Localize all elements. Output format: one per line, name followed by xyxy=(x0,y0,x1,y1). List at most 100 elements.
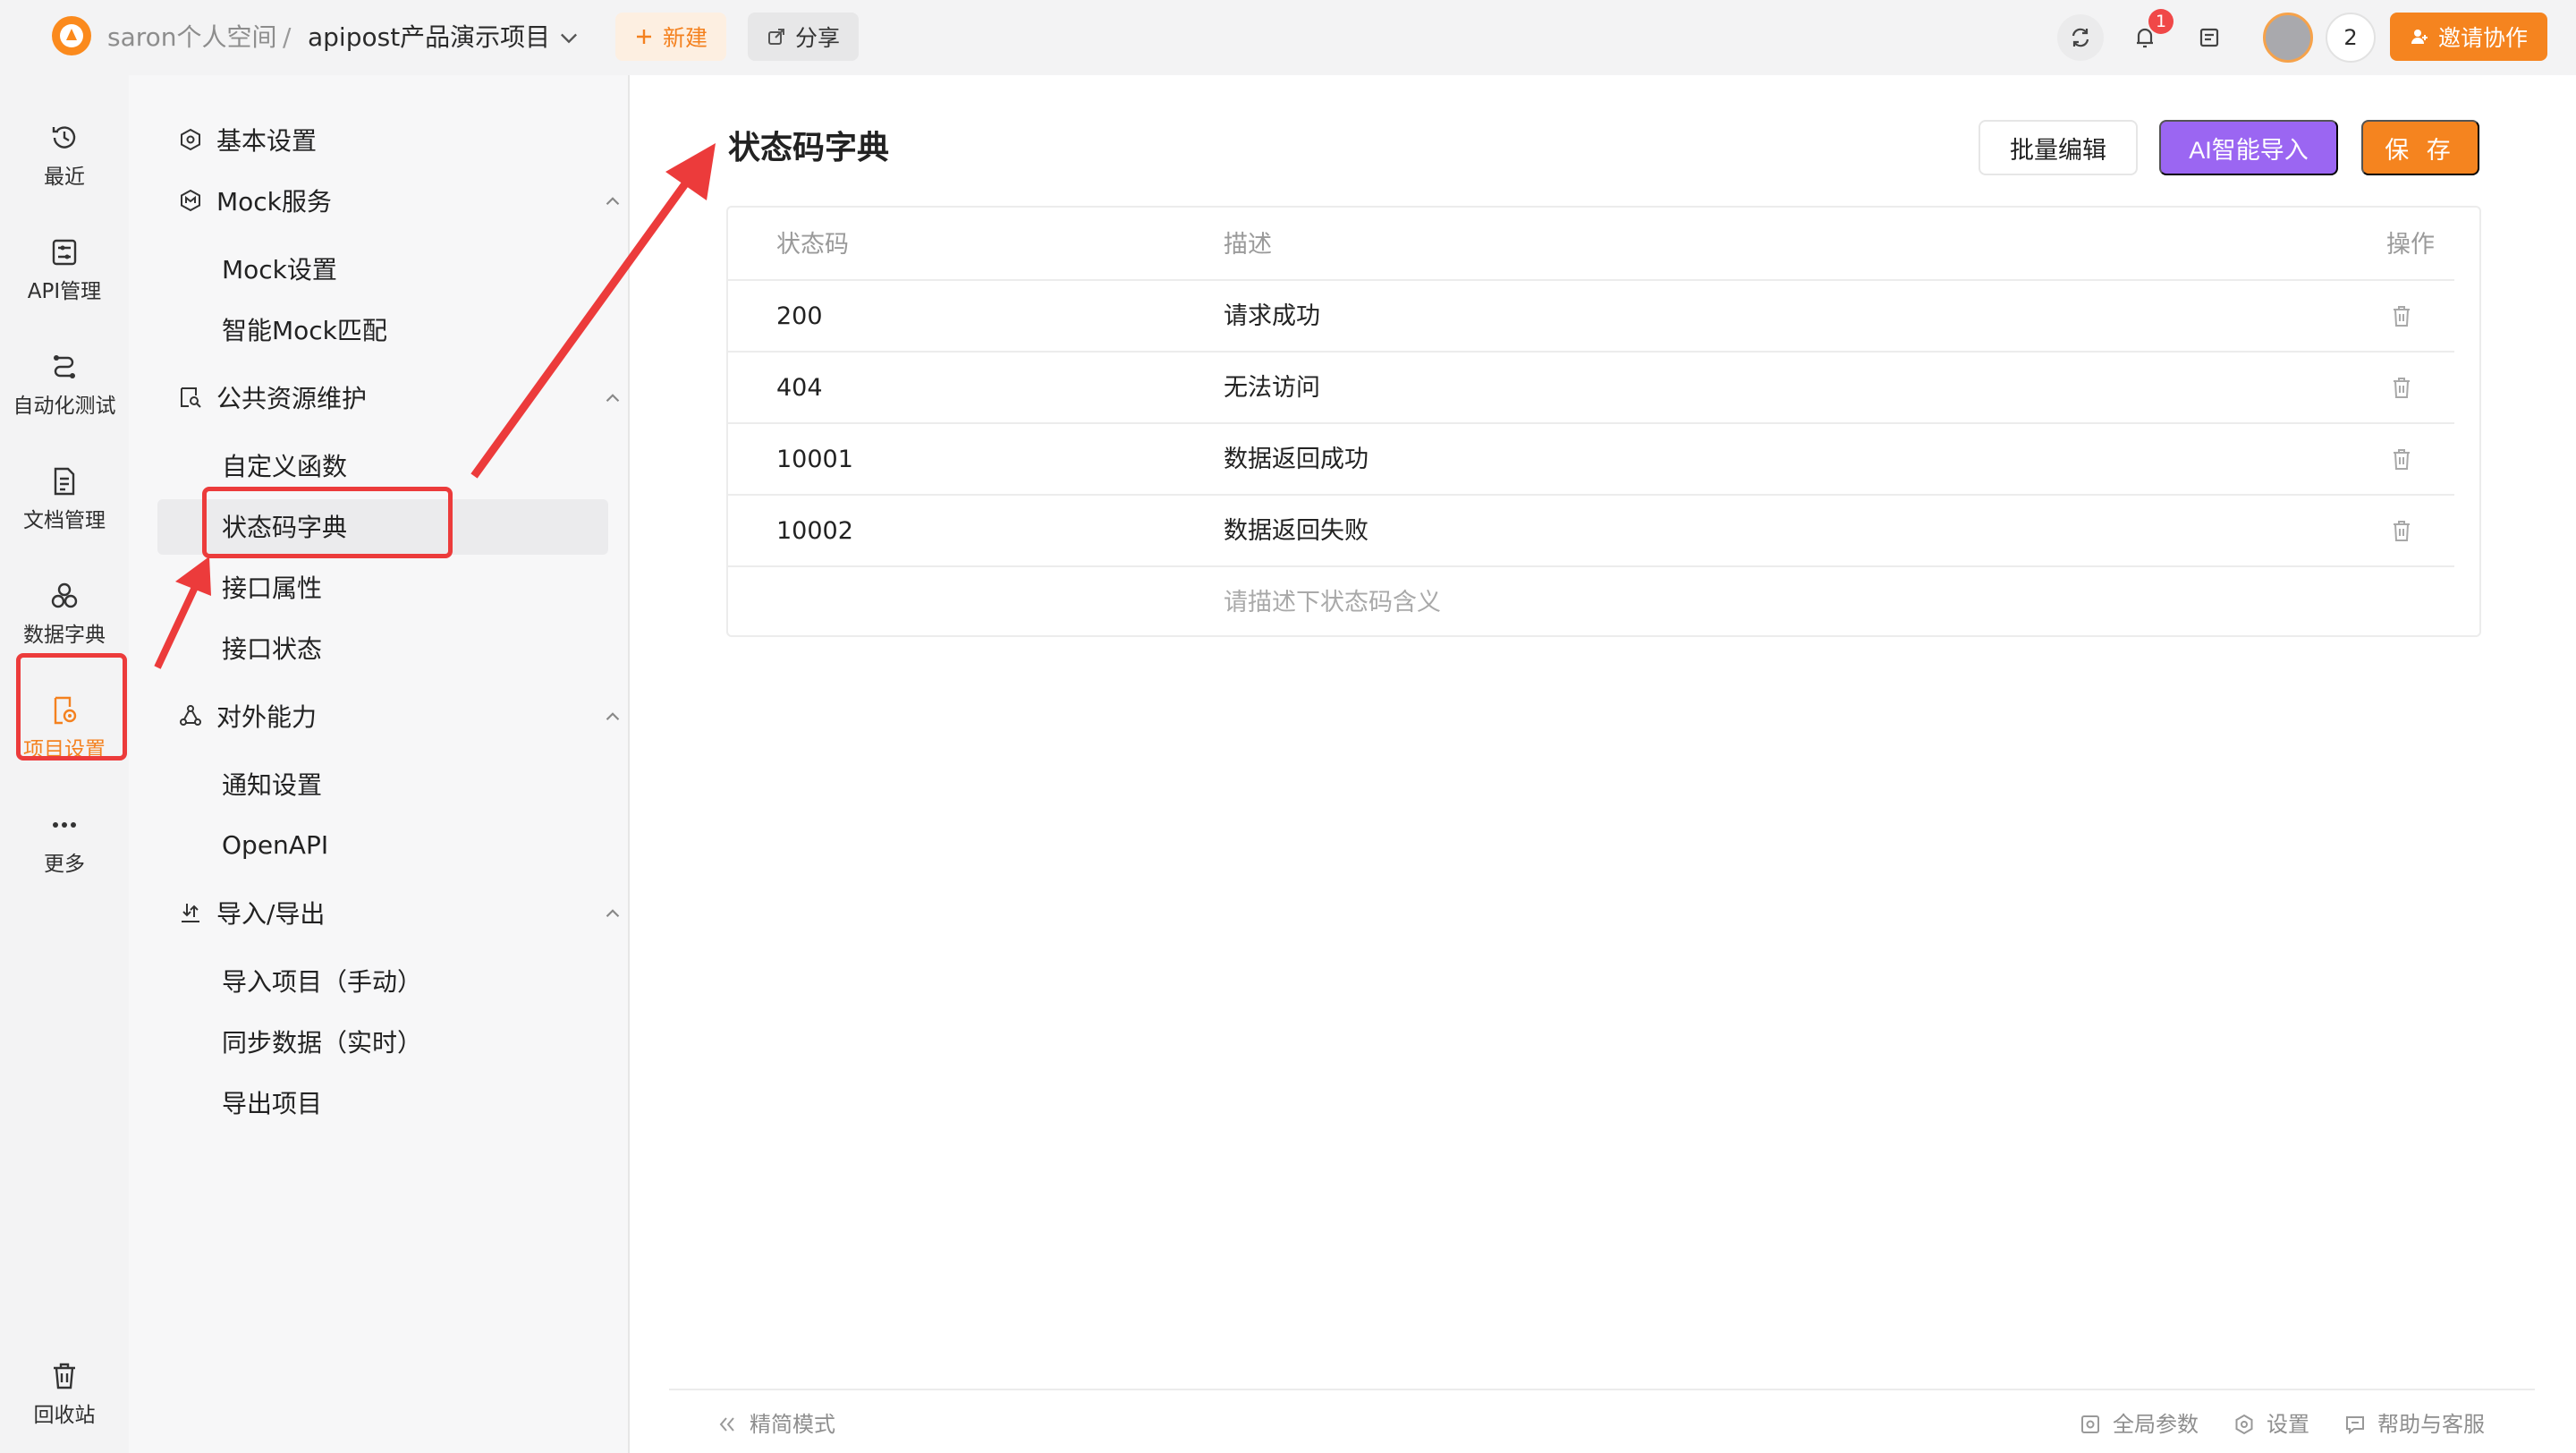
submenu-item-import-manual[interactable]: 导入项目（手动） xyxy=(222,959,422,1002)
status-code-table: 状态码 描述 操作 200 请求成功 404 无法访问 10001 数据返回成功… xyxy=(726,206,2481,637)
rail-label: 最近 xyxy=(44,166,85,189)
rail-label: 回收站 xyxy=(33,1404,96,1427)
table-row-new: 请描述下状态码含义 xyxy=(728,565,2454,637)
notification-badge: 1 xyxy=(2148,9,2174,34)
submenu-item-api-attributes[interactable]: 接口属性 xyxy=(222,565,322,608)
submenu-item-sync-realtime[interactable]: 同步数据（实时） xyxy=(222,1020,422,1063)
submenu-group-public-resources[interactable]: 公共资源维护 xyxy=(179,376,662,419)
double-chevron-left-icon xyxy=(719,1417,734,1432)
dictionary-icon xyxy=(51,582,78,608)
settings-submenu: 基本设置 Mock服务 Mock设置 智能Mock匹配 公共资源维护 自定义函数… xyxy=(129,75,630,1453)
new-description-input[interactable]: 请描述下状态码含义 xyxy=(1224,585,1441,621)
rail-label: 自动化测试 xyxy=(13,395,116,418)
save-button[interactable]: 保 存 xyxy=(2361,120,2479,175)
column-header-action: 操作 xyxy=(2386,231,2435,259)
breadcrumb-project[interactable]: apipost产品演示项目 xyxy=(308,20,550,55)
column-header-code: 状态码 xyxy=(776,231,849,259)
submenu-item-export[interactable]: 导出项目 xyxy=(222,1081,322,1124)
top-bar: saron个人空间 / apipost产品演示项目 新建 分享 1 2 邀请协作 xyxy=(0,0,2576,75)
batch-edit-button[interactable]: 批量编辑 xyxy=(1979,120,2138,175)
rail-item-dictionary[interactable]: 数据字典 xyxy=(0,564,129,664)
user-add-icon xyxy=(2411,30,2428,44)
status-code-cell[interactable]: 200 xyxy=(776,299,823,335)
column-header-description: 描述 xyxy=(1224,231,1272,259)
submenu-group-mock[interactable]: Mock服务 xyxy=(179,179,662,222)
footer-label: 设置 xyxy=(2267,1412,2309,1437)
flow-icon xyxy=(54,355,75,378)
rail-item-more[interactable]: 更多 xyxy=(0,793,129,893)
rail-label: 文档管理 xyxy=(23,509,106,532)
delete-icon[interactable] xyxy=(2388,302,2415,329)
share-icon xyxy=(767,29,784,45)
submenu-item-smart-mock[interactable]: 智能Mock匹配 xyxy=(222,308,387,351)
rail-item-recycle[interactable]: 回收站 xyxy=(0,1344,129,1444)
description-cell[interactable]: 无法访问 xyxy=(1224,370,1320,406)
global-params-icon xyxy=(2081,1415,2099,1433)
submenu-label: 导入/导出 xyxy=(216,899,326,929)
rail-item-api[interactable]: API管理 xyxy=(0,220,129,320)
breadcrumb-separator: / xyxy=(283,22,292,52)
description-cell[interactable]: 数据返回成功 xyxy=(1224,442,1368,478)
rail-label: 更多 xyxy=(44,853,85,876)
rail-item-docs[interactable]: 文档管理 xyxy=(0,449,129,549)
footer-bar: 精简模式 全局参数 设置 帮助与客服 xyxy=(669,1389,2535,1453)
submenu-label: 对外能力 xyxy=(216,702,318,732)
description-cell[interactable]: 数据返回失败 xyxy=(1224,514,1368,549)
mock-icon xyxy=(181,189,200,212)
submenu-item-api-status[interactable]: 接口状态 xyxy=(222,626,322,669)
status-code-cell[interactable]: 404 xyxy=(776,370,823,406)
rail-item-autotest[interactable]: 自动化测试 xyxy=(0,335,129,435)
submenu-item-openapi[interactable]: OpenAPI xyxy=(222,823,328,866)
share-button[interactable]: 分享 xyxy=(748,13,859,61)
submenu-label: Mock服务 xyxy=(216,187,332,217)
chevron-up-icon[interactable] xyxy=(601,902,624,925)
main-panel: 状态码字典 批量编辑 AI智能导入 保 存 状态码 描述 操作 200 请求成功… xyxy=(630,75,2576,1453)
trash-icon xyxy=(54,1363,75,1389)
help-button[interactable]: 帮助与客服 xyxy=(2343,1408,2485,1440)
breadcrumb-workspace[interactable]: saron个人空间 xyxy=(107,20,277,55)
delete-icon[interactable] xyxy=(2388,374,2415,401)
simple-mode-toggle[interactable]: 精简模式 xyxy=(716,1408,835,1440)
submenu-basic-settings[interactable]: 基本设置 xyxy=(179,118,662,161)
submenu-item-custom-functions[interactable]: 自定义函数 xyxy=(222,444,347,487)
annotation-highlight-box xyxy=(16,653,127,760)
resource-search-icon xyxy=(181,387,201,408)
submenu-item-notifications[interactable]: 通知设置 xyxy=(222,762,322,805)
delete-icon[interactable] xyxy=(2388,517,2415,544)
submenu-group-external[interactable]: 对外能力 xyxy=(179,694,662,737)
global-params-button[interactable]: 全局参数 xyxy=(2079,1408,2199,1440)
plus-icon xyxy=(636,30,651,44)
footer-label: 全局参数 xyxy=(2113,1412,2199,1437)
new-button[interactable]: 新建 xyxy=(615,13,726,61)
submenu-item-mock-settings[interactable]: Mock设置 xyxy=(222,247,337,290)
notes-icon[interactable] xyxy=(2186,14,2233,61)
status-code-cell[interactable]: 10002 xyxy=(776,514,853,549)
chat-help-icon xyxy=(2346,1416,2364,1435)
invite-button-label: 邀请协作 xyxy=(2437,25,2528,51)
chevron-up-icon[interactable] xyxy=(601,190,624,213)
chevron-up-icon[interactable] xyxy=(601,387,624,410)
rail-label: API管理 xyxy=(27,280,102,303)
settings-hexagon-icon xyxy=(181,128,200,151)
api-icon xyxy=(52,239,77,266)
table-row: 404 无法访问 xyxy=(728,351,2454,422)
settings-button[interactable]: 设置 xyxy=(2233,1408,2309,1440)
submenu-group-import-export[interactable]: 导入/导出 xyxy=(179,891,662,934)
table-row: 200 请求成功 xyxy=(728,279,2454,351)
status-code-cell[interactable]: 10001 xyxy=(776,442,853,478)
rail-item-recent[interactable]: 最近 xyxy=(0,106,129,206)
ai-import-button[interactable]: AI智能导入 xyxy=(2159,120,2338,175)
apipost-logo-icon[interactable] xyxy=(52,16,91,55)
share-nodes-icon xyxy=(180,705,201,726)
sync-icon[interactable] xyxy=(2057,14,2104,61)
delete-icon[interactable] xyxy=(2388,446,2415,472)
description-cell[interactable]: 请求成功 xyxy=(1224,299,1320,335)
chevron-down-icon[interactable] xyxy=(556,25,581,50)
invite-button[interactable]: 邀请协作 xyxy=(2390,13,2547,61)
page-title: 状态码字典 xyxy=(728,130,890,166)
member-count[interactable]: 2 xyxy=(2326,13,2376,63)
table-row: 10002 数据返回失败 xyxy=(728,494,2454,565)
avatar[interactable] xyxy=(2263,13,2313,63)
submenu-label: 公共资源维护 xyxy=(216,384,368,413)
chevron-up-icon[interactable] xyxy=(601,705,624,728)
